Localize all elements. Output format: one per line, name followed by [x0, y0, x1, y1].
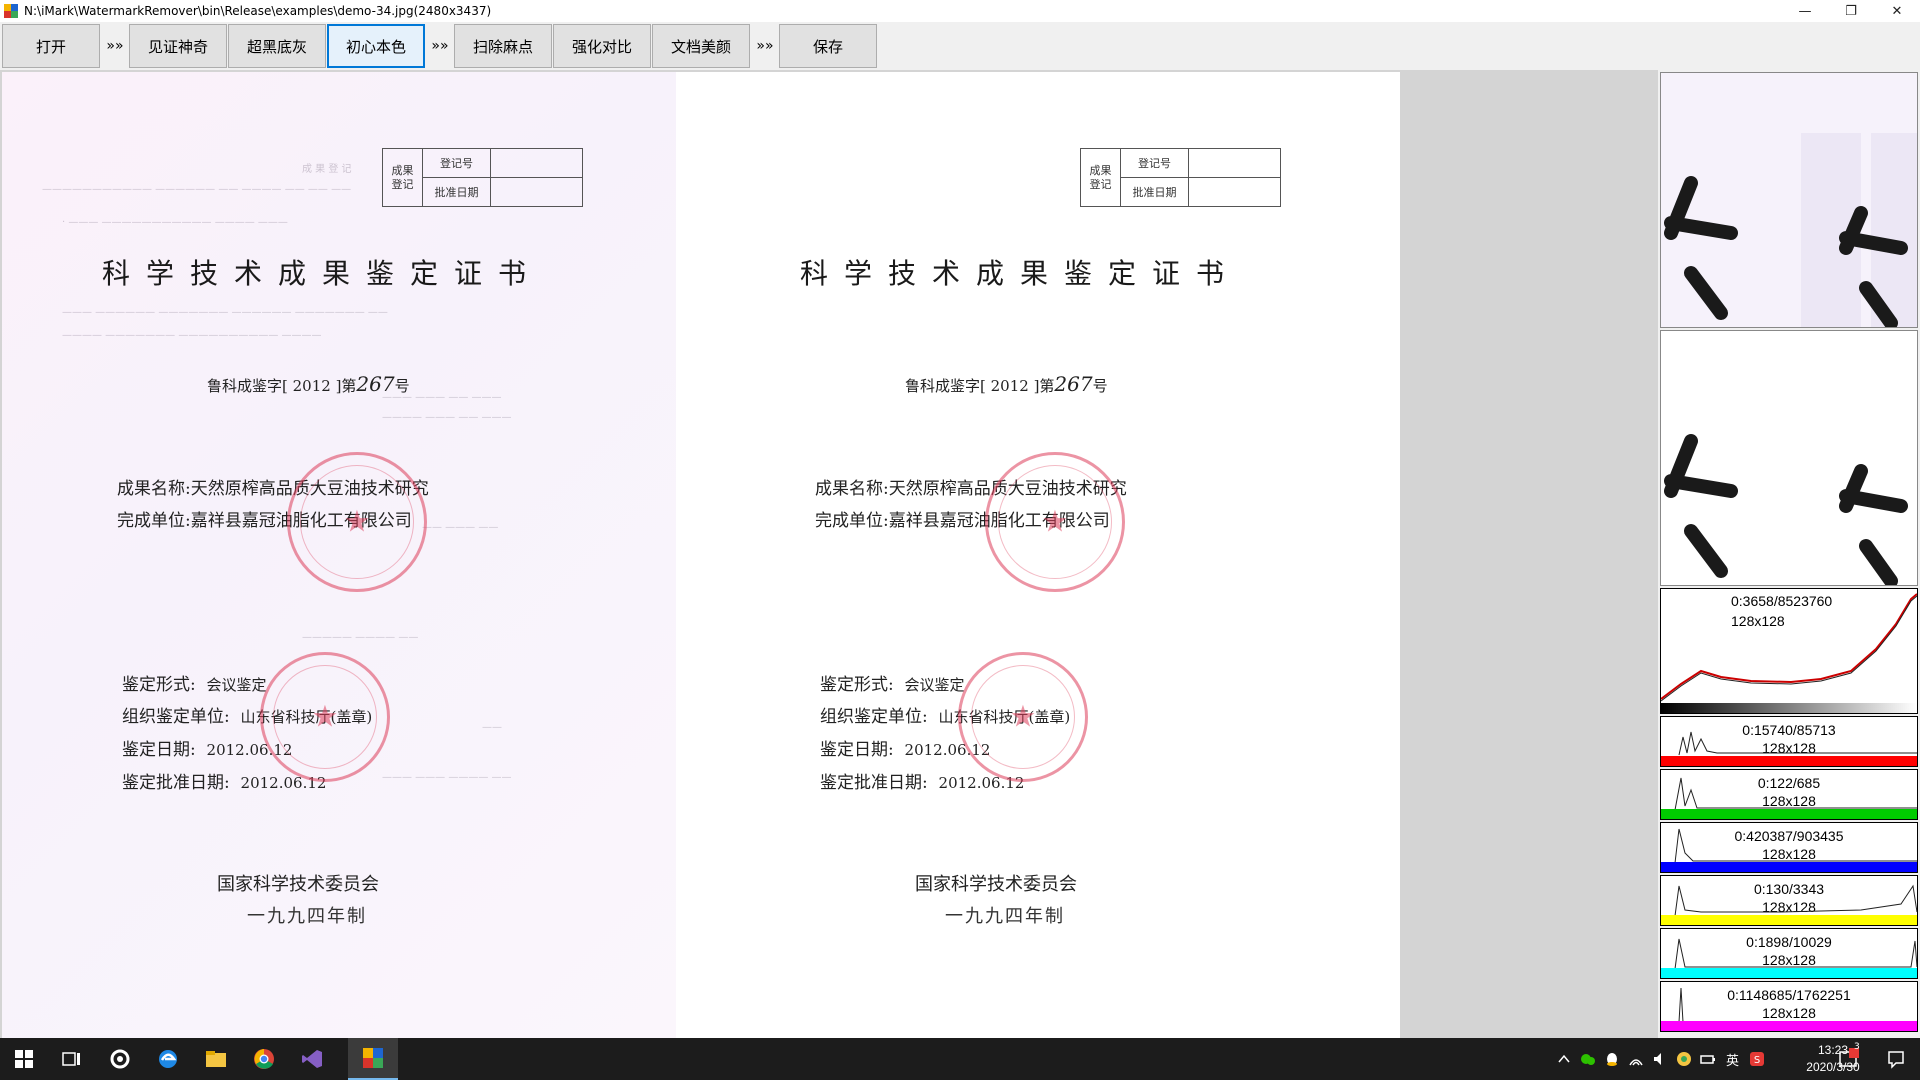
histogram-luminance-curve	[1661, 593, 1917, 702]
chrome-icon[interactable]	[240, 1038, 288, 1080]
made-year: 一九九四年制	[945, 906, 1065, 927]
approval-date-label: 批准日期	[422, 177, 491, 207]
histogram-red: 0:15740/85713 128x128	[1660, 716, 1918, 767]
page-gap	[676, 72, 700, 1038]
notification-count-icon[interactable]: 3	[1824, 1038, 1872, 1080]
action-center-icon[interactable]	[1872, 1038, 1920, 1080]
toolbar: 打开 »» 见证神奇 超黑底灰 初心本色 »» 扫除麻点 强化对比 文档美颜 »…	[0, 22, 1920, 70]
histogram-yellow: 0:130/3343 128x128	[1660, 875, 1918, 926]
save-button[interactable]: 保存	[779, 24, 877, 68]
registration-box: 成果 登记 登记号 批准日期	[382, 148, 583, 207]
science-dept-seal: ★	[260, 652, 390, 782]
qq-icon[interactable]	[1604, 1051, 1620, 1067]
watermark-remover-app-icon[interactable]	[348, 1038, 398, 1080]
histogram-green-bar	[1661, 809, 1917, 819]
reg-box-label: 成果 登记	[382, 148, 423, 207]
appraisal-form: 鉴定形式: 会议鉴定	[122, 675, 267, 695]
histogram-yellow-bar	[1661, 915, 1917, 925]
reg-number-value	[1188, 148, 1281, 178]
system-tray: 英 S	[1552, 1038, 1769, 1080]
histogram-magenta: 0:1148685/1762251 128x128	[1660, 981, 1918, 1032]
step-arrow-1: »»	[106, 38, 124, 54]
taskbar: 英 S 13:23 2020/3/30 3	[0, 1038, 1920, 1080]
image-viewport[interactable]: 成 果 登 记 ——————————— —————— —— ———— —— ——…	[0, 70, 1920, 1038]
reg-box-label: 成果 登记	[1080, 148, 1121, 207]
certificate-number: 鲁科成鉴字[ 2012 ]第267号	[905, 372, 1108, 396]
open-button[interactable]: 打开	[2, 24, 100, 68]
network-icon[interactable]	[1628, 1051, 1644, 1067]
title-bar: N:\iMark\WatermarkRemover\bin\Release\ex…	[0, 0, 1920, 22]
committee-name: 国家科学技术委员会	[915, 874, 1077, 895]
appraisal-form: 鉴定形式: 会议鉴定	[820, 675, 965, 695]
power-icon[interactable]	[1700, 1051, 1716, 1067]
restore-button[interactable]: ❐	[1828, 0, 1874, 22]
histogram-cyan-bar	[1661, 968, 1917, 978]
science-dept-seal: ★	[958, 652, 1088, 782]
histogram-blue-bar	[1661, 862, 1917, 872]
reg-number-value	[490, 148, 583, 178]
histogram-luminance-gradient	[1661, 703, 1917, 713]
visual-studio-icon[interactable]	[288, 1038, 336, 1080]
witness-magic-button[interactable]: 见证神奇	[129, 24, 227, 68]
processed-image-page: 成果 登记 登记号 批准日期 科学技术成果鉴定证书 鲁科成鉴字[ 2012 ]第2…	[700, 72, 1400, 1038]
zoomed-glyph-original	[1664, 133, 1917, 327]
original-color-button[interactable]: 初心本色	[327, 24, 425, 68]
svg-text:S: S	[1754, 1055, 1760, 1066]
windows-start-icon[interactable]	[0, 1038, 48, 1080]
certificate-number: 鲁科成鉴字[ 2012 ]第267号	[207, 372, 410, 396]
security-icon[interactable]	[1676, 1051, 1692, 1067]
zoom-preview-original	[1660, 72, 1918, 328]
registration-box: 成果 登记 登记号 批准日期	[1080, 148, 1281, 207]
histogram-blue: 0:420387/903435 128x128	[1660, 822, 1918, 873]
sogou-ime-icon[interactable]: S	[1749, 1051, 1765, 1067]
window-title: N:\iMark\WatermarkRemover\bin\Release\ex…	[24, 4, 492, 18]
wechat-icon[interactable]	[1580, 1051, 1596, 1067]
committee-name: 国家科学技术委员会	[217, 874, 379, 895]
reg-number-label: 登记号	[1120, 148, 1189, 178]
settings-app-icon[interactable]	[96, 1038, 144, 1080]
minimize-button[interactable]: —	[1782, 0, 1828, 22]
certificate-title: 科学技术成果鉴定证书	[800, 257, 1241, 290]
histogram-red-bar	[1661, 756, 1917, 766]
document-beautify-button[interactable]: 文档美颜	[652, 24, 750, 68]
volume-icon[interactable]	[1652, 1051, 1668, 1067]
step-arrow-2: »»	[431, 38, 449, 54]
edge-icon[interactable]	[144, 1038, 192, 1080]
ultra-black-gray-button[interactable]: 超黑底灰	[228, 24, 326, 68]
notification-badge: 3	[1854, 1042, 1860, 1052]
step-arrow-3: »»	[756, 38, 774, 54]
analysis-panel: 0:3658/8523760 128x128 0:15740/85713 128…	[1658, 70, 1920, 1038]
histogram-green: 0:122/685 128x128	[1660, 769, 1918, 820]
enhance-contrast-button[interactable]: 强化对比	[553, 24, 651, 68]
app-icon	[4, 4, 18, 18]
histogram-luminance: 0:3658/8523760 128x128	[1660, 588, 1918, 714]
original-image-page: 成 果 登 记 ——————————— —————— —— ———— —— ——…	[2, 72, 676, 1038]
made-year: 一九九四年制	[247, 906, 367, 927]
file-explorer-icon[interactable]	[192, 1038, 240, 1080]
histogram-cyan: 0:1898/10029 128x128	[1660, 928, 1918, 979]
close-button[interactable]: ✕	[1874, 0, 1920, 22]
reg-number-label: 登记号	[422, 148, 491, 178]
company-seal: ★	[985, 452, 1125, 592]
task-view-icon[interactable]	[48, 1038, 96, 1080]
show-hidden-icons-icon[interactable]	[1556, 1051, 1572, 1067]
approval-date-value	[490, 177, 583, 207]
histogram-magenta-bar	[1661, 1021, 1917, 1031]
zoom-preview-processed	[1660, 330, 1918, 586]
zoomed-glyph-processed	[1664, 434, 1908, 585]
window-controls: — ❐ ✕	[1782, 0, 1920, 22]
input-method-indicator[interactable]: 英	[1726, 1050, 1739, 1069]
approval-date-value	[1188, 177, 1281, 207]
remove-spots-button[interactable]: 扫除麻点	[454, 24, 552, 68]
company-seal: ★	[287, 452, 427, 592]
approval-date-label: 批准日期	[1120, 177, 1189, 207]
certificate-title: 科学技术成果鉴定证书	[102, 257, 543, 290]
